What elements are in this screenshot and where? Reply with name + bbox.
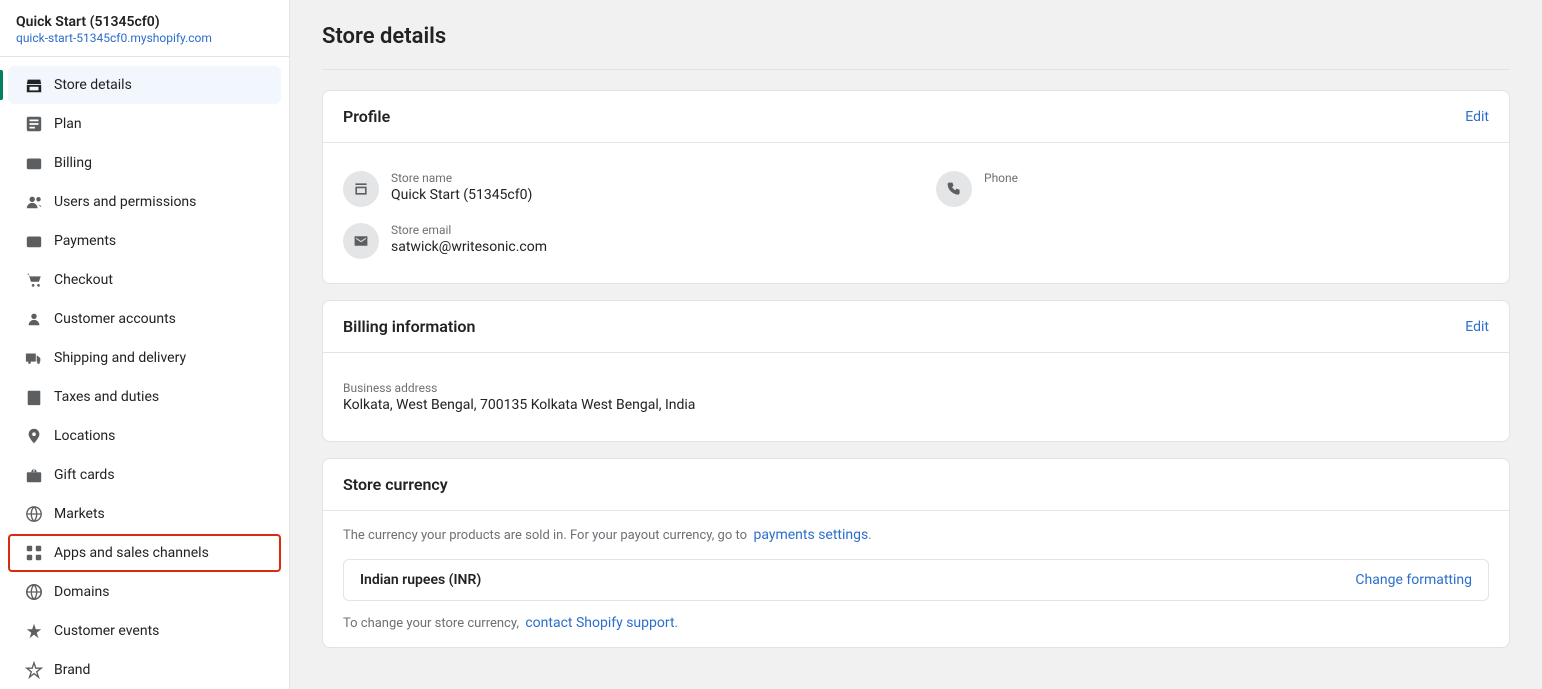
business-address-label: Business address <box>343 381 1489 395</box>
phone-label: Phone <box>984 171 1018 185</box>
phone-value <box>984 187 1018 203</box>
business-address-field: Business address Kolkata, West Bengal, 7… <box>343 369 1489 425</box>
brand-icon <box>24 660 44 680</box>
profile-card-title: Profile <box>343 107 390 126</box>
billing-icon <box>24 153 44 173</box>
shipping-icon <box>24 348 44 368</box>
sidebar-item-label-brand: Brand <box>54 662 90 678</box>
business-address-value: Kolkata, West Bengal, 700135 Kolkata Wes… <box>343 397 1489 413</box>
sidebar-item-label-shipping-delivery: Shipping and delivery <box>54 350 186 366</box>
sidebar-item-label-checkout: Checkout <box>54 272 113 288</box>
phone-icon <box>936 171 972 207</box>
email-label: Store email <box>391 223 547 237</box>
sidebar-item-payments[interactable]: Payments <box>8 222 281 260</box>
store-icon <box>24 75 44 95</box>
taxes-icon <box>24 387 44 407</box>
contact-shopify-link[interactable]: contact Shopify support <box>525 615 674 631</box>
sidebar-store-url[interactable]: quick-start-51345cf0.myshopify.com <box>16 31 212 45</box>
sidebar-item-users-permissions[interactable]: Users and permissions <box>8 183 281 221</box>
sidebar: Quick Start (51345cf0) quick-start-51345… <box>0 0 290 689</box>
email-icon <box>343 223 379 259</box>
profile-card-header: Profile Edit <box>323 91 1509 143</box>
currency-card-body: The currency your products are sold in. … <box>323 511 1509 647</box>
header-divider <box>322 69 1510 70</box>
change-formatting-link[interactable]: Change formatting <box>1355 572 1472 588</box>
sidebar-item-label-billing: Billing <box>54 155 92 171</box>
locations-icon <box>24 426 44 446</box>
currency-description: The currency your products are sold in. … <box>343 527 1489 543</box>
sidebar-item-billing[interactable]: Billing <box>8 144 281 182</box>
profile-card: Profile Edit Store name Quick Start (513… <box>322 90 1510 284</box>
sidebar-store-name: Quick Start (51345cf0) <box>16 14 273 30</box>
billing-card: Billing information Edit Business addres… <box>322 300 1510 442</box>
sidebar-item-label-customer-events: Customer events <box>54 623 159 639</box>
sidebar-item-label-taxes-duties: Taxes and duties <box>54 389 159 405</box>
sidebar-item-shipping-delivery[interactable]: Shipping and delivery <box>8 339 281 377</box>
currency-note: To change your store currency, contact S… <box>343 615 1489 631</box>
sidebar-item-label-gift-cards: Gift cards <box>54 467 115 483</box>
sidebar-header: Quick Start (51345cf0) quick-start-51345… <box>0 0 289 57</box>
page-title: Store details <box>322 24 1510 49</box>
plan-icon <box>24 114 44 134</box>
sidebar-item-locations[interactable]: Locations <box>8 417 281 455</box>
sidebar-item-markets[interactable]: Markets <box>8 495 281 533</box>
profile-grid: Store name Quick Start (51345cf0) Phone <box>343 159 1489 219</box>
payments-icon <box>24 231 44 251</box>
sidebar-item-label-domains: Domains <box>54 584 109 600</box>
currency-card-title: Store currency <box>343 475 448 494</box>
currency-name: Indian rupees (INR) <box>360 572 481 588</box>
main-content: Store details Profile Edit Store name Qu… <box>290 0 1542 689</box>
billing-card-title: Billing information <box>343 317 475 336</box>
sidebar-item-label-plan: Plan <box>54 116 82 132</box>
gift-cards-icon <box>24 465 44 485</box>
customer-accounts-icon <box>24 309 44 329</box>
sidebar-item-label-customer-accounts: Customer accounts <box>54 311 176 327</box>
sidebar-item-brand[interactable]: Brand <box>8 651 281 689</box>
customer-events-icon <box>24 621 44 641</box>
sidebar-item-checkout[interactable]: Checkout <box>8 261 281 299</box>
sidebar-item-customer-accounts[interactable]: Customer accounts <box>8 300 281 338</box>
currency-box: Indian rupees (INR) Change formatting <box>343 559 1489 601</box>
users-icon <box>24 192 44 212</box>
apps-icon <box>24 543 44 563</box>
store-name-field: Store name Quick Start (51345cf0) <box>343 171 896 207</box>
currency-card-header: Store currency <box>323 459 1509 511</box>
payments-settings-link[interactable]: payments settings <box>753 527 868 543</box>
sidebar-item-label-apps-sales-channels: Apps and sales channels <box>54 545 209 561</box>
sidebar-nav: Store details Plan Billing Users and permis… <box>0 57 289 689</box>
phone-content: Phone <box>984 171 1018 203</box>
email-content: Store email satwick@writesonic.com <box>391 223 547 255</box>
sidebar-item-customer-events[interactable]: Customer events <box>8 612 281 650</box>
domains-icon <box>24 582 44 602</box>
markets-icon <box>24 504 44 524</box>
sidebar-item-plan[interactable]: Plan <box>8 105 281 143</box>
checkout-icon <box>24 270 44 290</box>
sidebar-item-taxes-duties[interactable]: Taxes and duties <box>8 378 281 416</box>
email-field: Store email satwick@writesonic.com <box>343 219 1489 267</box>
sidebar-item-label-users-permissions: Users and permissions <box>54 194 196 210</box>
sidebar-item-label-payments: Payments <box>54 233 116 249</box>
billing-card-body: Business address Kolkata, West Bengal, 7… <box>323 353 1509 441</box>
profile-card-body: Store name Quick Start (51345cf0) Phone <box>323 143 1509 283</box>
store-name-label: Store name <box>391 171 532 185</box>
currency-card: Store currency The currency your product… <box>322 458 1510 648</box>
sidebar-item-label-locations: Locations <box>54 428 115 444</box>
store-name-value: Quick Start (51345cf0) <box>391 187 532 203</box>
sidebar-item-domains[interactable]: Domains <box>8 573 281 611</box>
billing-card-header: Billing information Edit <box>323 301 1509 353</box>
phone-field: Phone <box>936 171 1489 207</box>
sidebar-item-label-store-details: Store details <box>54 77 132 93</box>
sidebar-item-apps-sales-channels[interactable]: Apps and sales channels <box>8 534 281 572</box>
sidebar-item-store-details[interactable]: Store details <box>8 66 281 104</box>
sidebar-item-label-markets: Markets <box>54 506 105 522</box>
billing-edit-link[interactable]: Edit <box>1465 319 1489 335</box>
profile-edit-link[interactable]: Edit <box>1465 109 1489 125</box>
email-value: satwick@writesonic.com <box>391 239 547 255</box>
store-name-icon <box>343 171 379 207</box>
store-name-content: Store name Quick Start (51345cf0) <box>391 171 532 203</box>
sidebar-item-gift-cards[interactable]: Gift cards <box>8 456 281 494</box>
